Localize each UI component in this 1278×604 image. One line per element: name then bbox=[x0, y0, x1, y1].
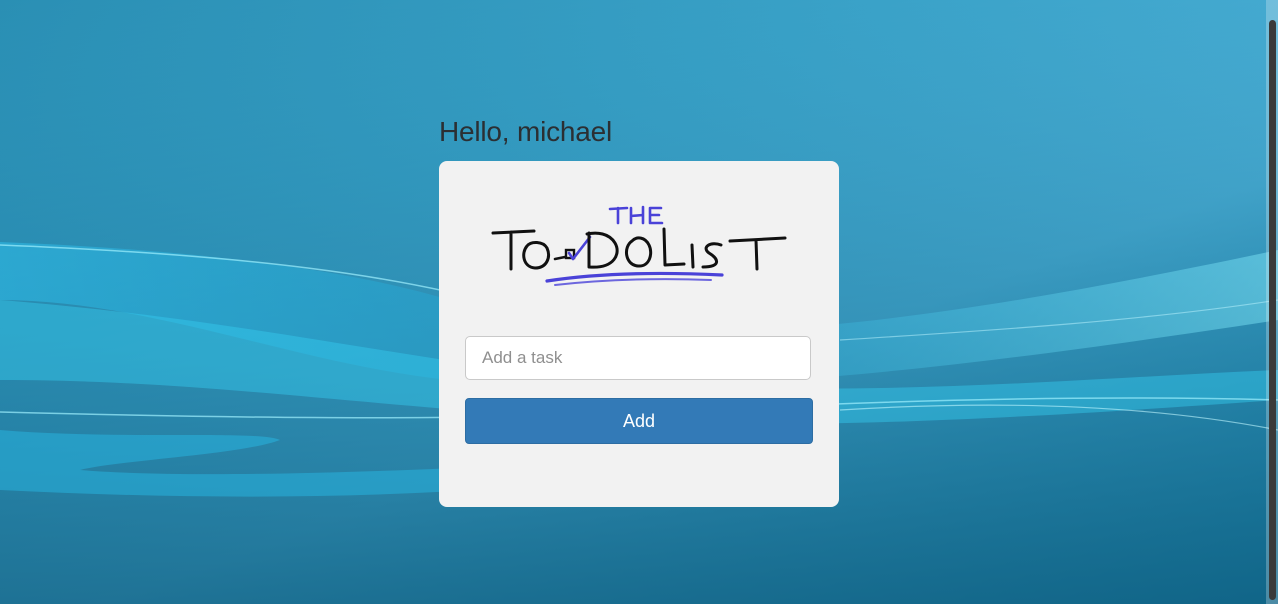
todo-card: Add bbox=[439, 161, 839, 507]
scrollbar-track[interactable] bbox=[1266, 0, 1278, 604]
scrollbar-thumb[interactable] bbox=[1269, 20, 1276, 600]
todo-list-logo bbox=[491, 205, 787, 286]
add-task-input[interactable] bbox=[465, 336, 811, 380]
add-task-button[interactable]: Add bbox=[465, 398, 813, 444]
greeting-heading: Hello, michael bbox=[439, 116, 613, 147]
